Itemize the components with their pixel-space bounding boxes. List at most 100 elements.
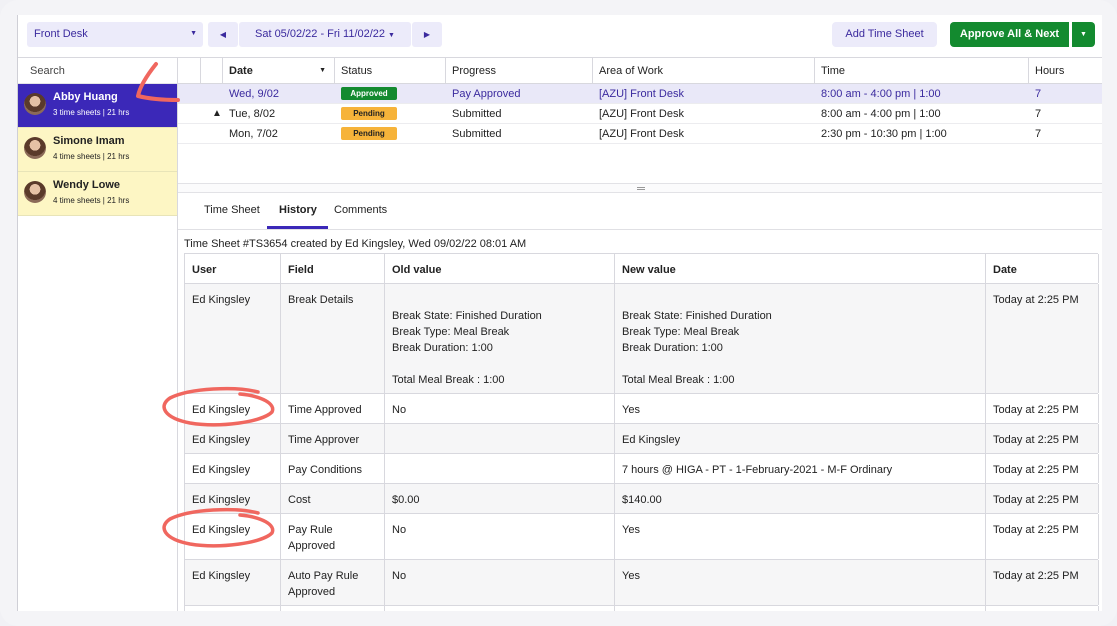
history-row: Ed Kingsley Cost $0.00 $140.00 Today at … <box>185 484 1099 514</box>
previous-week-button[interactable]: ◀ <box>208 22 238 47</box>
hours-cell: 7 <box>1035 127 1042 140</box>
approve-all-next-button[interactable]: Approve All & Next <box>950 22 1069 47</box>
date-column-header[interactable]: Date ▼ <box>223 58 335 83</box>
field-cell: Time Approver <box>281 424 385 453</box>
table-row[interactable]: ▲ Tue, 8/02 Pending Submitted [AZU] Fron… <box>178 104 1102 124</box>
new-value-cell: Yes <box>615 394 986 423</box>
warning-column-header <box>201 58 223 83</box>
area-cell: [AZU] Front Desk <box>599 87 684 100</box>
user-cell: Ed Kingsley <box>185 394 281 423</box>
avatar <box>24 93 46 115</box>
old-value-cell <box>385 424 615 453</box>
employee-name: Wendy Lowe <box>53 179 121 191</box>
history-header-row: User Field Old value New value Date <box>185 254 1099 284</box>
field-cell: Time Approved <box>281 394 385 423</box>
date-cell: Today at 2:25 PM <box>986 284 1099 393</box>
history-row: Ed Kingsley Auto Pay Rule Approved No Ye… <box>185 560 1099 606</box>
area-cell: [AZU] Front Desk <box>599 127 684 140</box>
progress-column-header[interactable]: Progress <box>446 58 593 83</box>
user-cell: Ed Kingsley <box>185 560 281 605</box>
area-column-header[interactable]: Area of Work <box>593 58 815 83</box>
history-row: Ed Kingsley Pay Conditions 7 hours @ HIG… <box>185 454 1099 484</box>
caret-down-icon: ▼ <box>1080 31 1087 38</box>
history-row: Ed Kingsley Time Approved No Yes Today a… <box>185 394 1099 424</box>
employee-item-abby-huang[interactable]: Abby Huang 3 time sheets | 21 hrs <box>18 84 177 128</box>
status-cell: Approved <box>335 84 446 103</box>
progress-cell: Pay Approved <box>452 87 521 100</box>
employee-name: Abby Huang <box>53 91 118 103</box>
area-cell: [AZU] Front Desk <box>599 107 684 120</box>
table-row[interactable]: Wed, 9/02 Approved Pay Approved [AZU] Fr… <box>178 84 1102 104</box>
grid-header: Date ▼ Status Progress Area of Work Time … <box>178 57 1102 84</box>
chevron-left-icon: ◀ <box>219 30 227 39</box>
status-cell: Pending <box>335 124 446 143</box>
old-value-cell <box>385 606 615 611</box>
time-column-header[interactable]: Time <box>815 58 1029 83</box>
status-column-header[interactable]: Status <box>335 58 446 83</box>
tab-history[interactable]: History <box>279 204 317 216</box>
user-cell <box>185 606 281 611</box>
tab-time-sheet[interactable]: Time Sheet <box>204 204 260 216</box>
new-value-cell: Yes <box>615 560 986 605</box>
window-frame: Front Desk ▼ ◀ Sat 05/02/22 - Fri 11/02/… <box>0 0 1117 626</box>
new-value-cell: 7 hours @ HIGA - PT - 1-February-2021 - … <box>615 454 986 483</box>
pane-splitter[interactable] <box>178 183 1102 193</box>
date-cell: Mon, 7/02 <box>229 127 278 140</box>
date-cell: Today at 2:25 PM <box>986 394 1099 423</box>
old-value-cell: Break State: Finished Duration Break Typ… <box>385 284 615 393</box>
date-cell: Tue, 8/02 <box>229 107 276 120</box>
old-value-cell: No <box>385 560 615 605</box>
avatar <box>24 181 46 203</box>
user-cell: Ed Kingsley <box>185 514 281 559</box>
date-cell: Today at 2:25 PM <box>986 424 1099 453</box>
history-row <box>185 606 1099 611</box>
field-cell <box>281 606 385 611</box>
date-cell: Wed, 9/02 <box>229 87 279 100</box>
search-input[interactable]: Search <box>18 58 177 84</box>
new-value-cell: $140.00 <box>615 484 986 513</box>
timesheet-app: Front Desk ▼ ◀ Sat 05/02/22 - Fri 11/02/… <box>17 15 1102 611</box>
progress-cell: Submitted <box>452 107 502 120</box>
approve-options-button[interactable]: ▼ <box>1072 22 1095 47</box>
detail-tabs: Time Sheet History Comments <box>178 193 1102 230</box>
table-row[interactable]: Mon, 7/02 Pending Submitted [AZU] Front … <box>178 124 1102 144</box>
status-badge: Pending <box>341 107 397 120</box>
drag-handle-icon <box>637 187 645 190</box>
field-column-header: Field <box>281 254 385 283</box>
history-row: Ed Kingsley Break Details Break State: F… <box>185 284 1099 394</box>
employee-sidebar: Search Abby Huang 3 time sheets | 21 hrs… <box>18 57 178 611</box>
user-cell: Ed Kingsley <box>185 484 281 513</box>
employee-meta: 4 time sheets | 21 hrs <box>53 152 130 161</box>
field-cell: Auto Pay Rule Approved <box>281 560 385 605</box>
employee-item-simone-imam[interactable]: Simone Imam 4 time sheets | 21 hrs <box>18 128 177 172</box>
active-tab-indicator <box>267 226 328 229</box>
date-cell: Today at 2:25 PM <box>986 514 1099 559</box>
new-value-cell <box>615 606 986 611</box>
field-cell: Pay Conditions <box>281 454 385 483</box>
date-cell <box>986 606 1099 611</box>
old-value-cell: $0.00 <box>385 484 615 513</box>
next-week-button[interactable]: ▶ <box>412 22 442 47</box>
caret-down-icon: ▼ <box>190 30 197 37</box>
employee-name: Simone Imam <box>53 135 125 147</box>
date-cell: Today at 2:25 PM <box>986 560 1099 605</box>
history-row: Ed Kingsley Pay Rule Approved No Yes Tod… <box>185 514 1099 560</box>
chevron-right-icon: ▶ <box>423 30 431 39</box>
history-row: Ed Kingsley Time Approver Ed Kingsley To… <box>185 424 1099 454</box>
sort-caret-icon: ▼ <box>319 67 326 74</box>
hours-cell: 7 <box>1035 107 1042 120</box>
date-range-dropdown[interactable]: Sat 05/02/22 - Fri 11/02/22 ▼ <box>239 22 411 47</box>
add-time-sheet-button[interactable]: Add Time Sheet <box>832 22 937 47</box>
hours-column-header[interactable]: Hours <box>1029 58 1102 83</box>
tab-comments[interactable]: Comments <box>334 204 387 216</box>
new-value-cell: Yes <box>615 514 986 559</box>
status-badge: Pending <box>341 127 397 140</box>
location-dropdown[interactable]: Front Desk ▼ <box>27 22 203 47</box>
history-caption: Time Sheet #TS3654 created by Ed Kingsle… <box>184 238 527 250</box>
timesheet-grid: Date ▼ Status Progress Area of Work Time … <box>178 57 1102 144</box>
new-value-cell: Break State: Finished Duration Break Typ… <box>615 284 986 393</box>
user-cell: Ed Kingsley <box>185 284 281 393</box>
toolbar: Front Desk ▼ ◀ Sat 05/02/22 - Fri 11/02/… <box>18 15 1102 57</box>
employee-item-wendy-lowe[interactable]: Wendy Lowe 4 time sheets | 21 hrs <box>18 172 177 216</box>
user-cell: Ed Kingsley <box>185 454 281 483</box>
